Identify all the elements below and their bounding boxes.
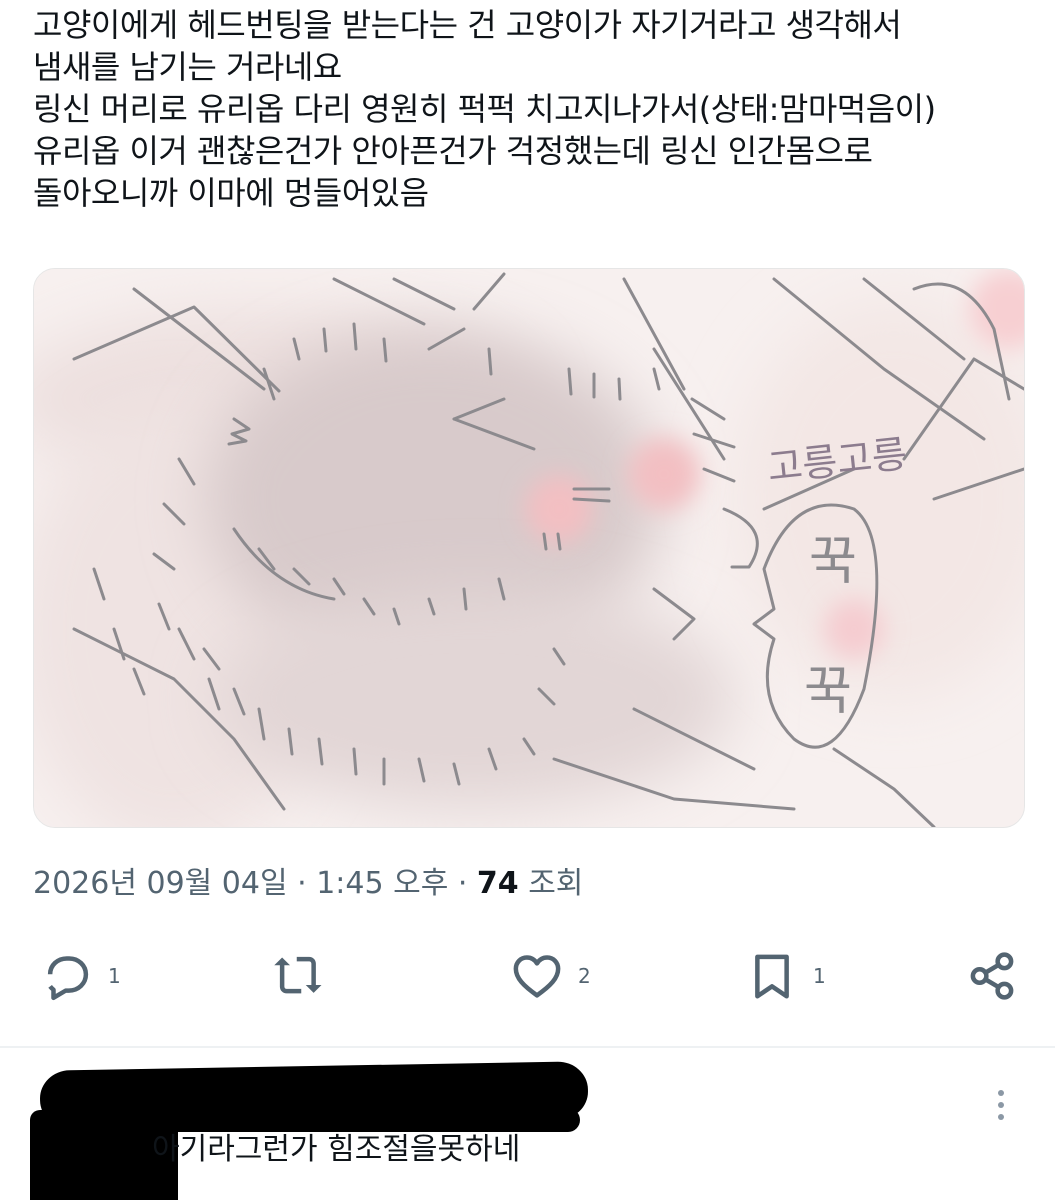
more-options-icon[interactable]	[990, 1084, 1012, 1134]
tweet-line: 냄새를 남기는 거라네요	[33, 48, 342, 86]
reply-text: 아기라그런가 힘조절을못하네	[152, 1132, 521, 1167]
like-button[interactable]: 2	[510, 949, 591, 1003]
tweet-line: 유리옵 이거 괜찮은건가 안아픈건가 걱정했는데 링신 인간몸으로	[33, 132, 873, 170]
bookmark-count: 1	[813, 964, 826, 988]
tweet-time[interactable]: 1:45 오후	[316, 866, 448, 901]
meta-separator: ·	[287, 866, 317, 901]
bookmark-button[interactable]: 1	[745, 949, 826, 1003]
bookmark-icon	[755, 954, 789, 999]
tweet-text: 고양이에게 헤드번팅을 받는다는 건 고양이가 자기거라고 생각해서 냄새를 남…	[33, 4, 1033, 214]
like-count: 2	[578, 964, 591, 988]
retweet-button[interactable]	[272, 949, 340, 1003]
tweet-media-image[interactable]: 고릉고릉 꾹 꾹	[33, 268, 1025, 828]
retweet-icon	[274, 956, 322, 994]
reply-button[interactable]: 1	[40, 949, 121, 1003]
views-label: 조회	[518, 866, 584, 901]
share-icon	[970, 952, 1014, 1000]
views-count: 74	[476, 866, 519, 901]
share-button[interactable]	[965, 949, 1019, 1003]
reply-icon	[47, 956, 89, 1001]
tweet-actions-bar: 1 2 1	[0, 935, 1055, 1015]
reply-item[interactable]: 아기라그런가 힘조절을못하네	[0, 1048, 1055, 1200]
sketch-illustration: 고릉고릉 꾹 꾹	[34, 269, 1024, 827]
sfx-squeeze-1: 꾹	[809, 532, 857, 592]
meta-separator: ·	[448, 866, 477, 901]
tweet-line: 고양이에게 헤드번팅을 받는다는 건 고양이가 자기거라고 생각해서	[33, 6, 902, 44]
tweet-line: 링신 머리로 유리옵 다리 영원히 퍽퍽 치고지나가서(상태:맘마먹음이)	[33, 90, 936, 128]
tweet-meta: 2026년 09월 04일 · 1:45 오후 · 74 조회	[33, 858, 583, 902]
sfx-squeeze-2: 꾹	[804, 662, 852, 722]
tweet-line: 돌아오니까 이마에 멍들어있음	[33, 174, 429, 212]
reply-count: 1	[108, 964, 121, 988]
tweet-date[interactable]: 2026년 09월 04일	[33, 866, 288, 901]
heart-icon	[513, 955, 561, 998]
